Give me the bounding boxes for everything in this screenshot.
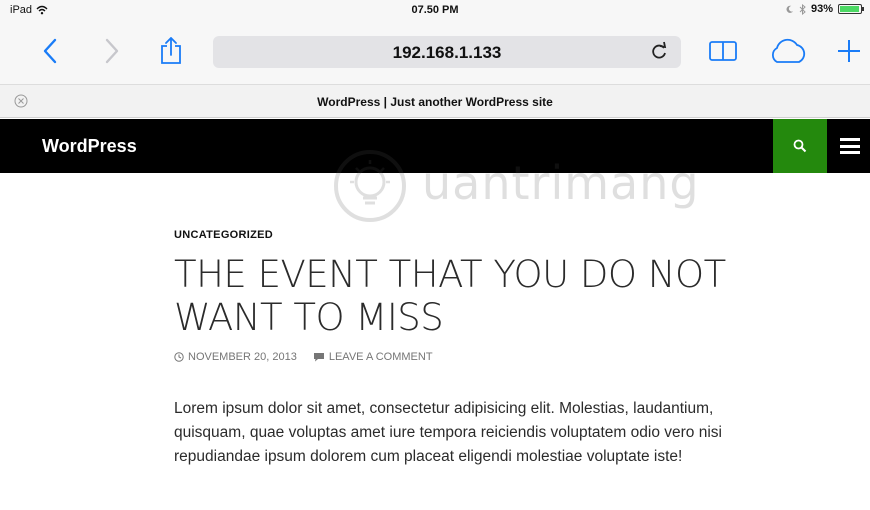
chevron-right-icon: [105, 38, 119, 64]
post-title[interactable]: THE EVENT THAT YOU DO NOT WANT TO MISS: [174, 253, 734, 339]
bluetooth-icon: [799, 3, 806, 15]
clock-icon: [174, 352, 184, 362]
post-category[interactable]: UNCATEGORIZED: [174, 229, 734, 241]
forward-button[interactable]: [95, 34, 129, 68]
post-meta: NOVEMBER 20, 2013 LEAVE A COMMENT: [174, 351, 734, 363]
book-icon: [709, 41, 737, 61]
comment-icon: [313, 353, 324, 362]
leave-comment-text: LEAVE A COMMENT: [328, 351, 433, 363]
address-bar[interactable]: 192.168.1.133: [213, 36, 681, 68]
cloud-icon: [771, 38, 806, 63]
site-title-link[interactable]: WordPress: [42, 136, 137, 157]
menu-button[interactable]: [838, 135, 862, 157]
plus-icon: [838, 40, 860, 62]
url-text: 192.168.1.133: [392, 43, 502, 62]
browser-toolbar: 192.168.1.133: [0, 22, 870, 84]
status-time: 07.50 PM: [411, 4, 459, 16]
battery-icon: [838, 4, 864, 14]
battery-percent: 93%: [810, 3, 833, 15]
menu-icon-bar: [840, 151, 860, 154]
post-article: UNCATEGORIZED THE EVENT THAT YOU DO NOT …: [174, 229, 734, 469]
icloud-tabs-button[interactable]: [766, 34, 810, 68]
moon-icon: [786, 5, 794, 13]
bookmarks-button[interactable]: [706, 34, 740, 68]
leave-comment-link[interactable]: LEAVE A COMMENT: [313, 351, 433, 363]
tab-title[interactable]: WordPress | Just another WordPress site: [0, 95, 870, 109]
menu-icon-bar: [840, 144, 860, 148]
post-date[interactable]: NOVEMBER 20, 2013: [174, 351, 297, 363]
post-date-text: NOVEMBER 20, 2013: [188, 351, 297, 363]
chevron-left-icon: [43, 38, 57, 64]
back-button[interactable]: [33, 34, 67, 68]
new-tab-button[interactable]: [832, 34, 866, 68]
post-excerpt: Lorem ipsum dolor sit amet, consectetur …: [174, 400, 722, 465]
site-header: WordPress: [0, 119, 870, 173]
status-bar: iPad 07.50 PM 93%: [0, 0, 870, 22]
share-button[interactable]: [154, 34, 188, 68]
search-icon: [793, 139, 807, 153]
reload-icon[interactable]: [649, 41, 669, 61]
tab-bar: WordPress | Just another WordPress site: [0, 84, 870, 118]
share-icon: [161, 37, 181, 64]
menu-icon: [840, 138, 860, 141]
status-right: 93%: [785, 3, 864, 15]
search-button[interactable]: [773, 119, 827, 173]
battery-fill: [840, 6, 859, 12]
